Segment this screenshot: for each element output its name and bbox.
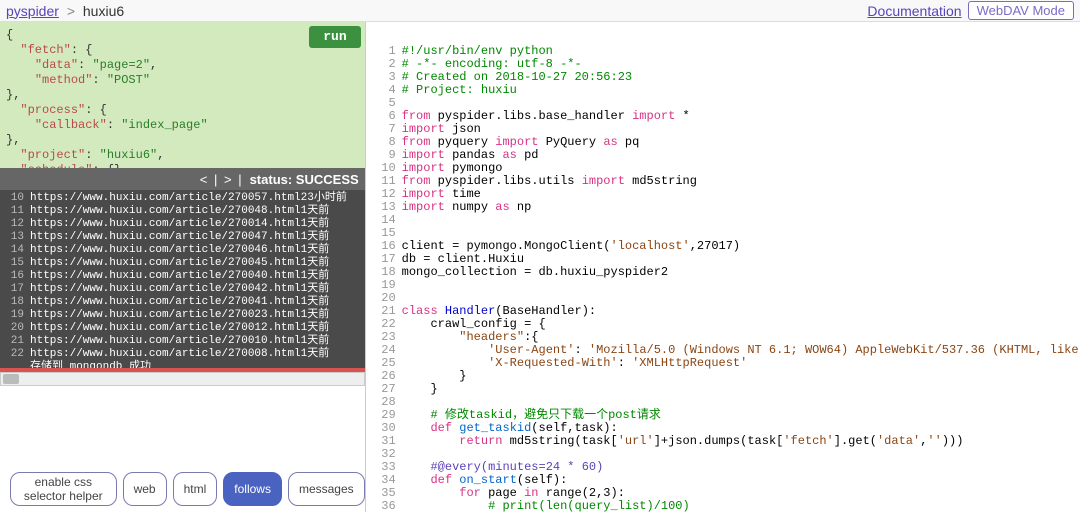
list-item[interactable]: 22https://www.huxiu.com/article/270008.h… [4,348,361,361]
breadcrumb-app[interactable]: pyspider [6,3,59,19]
prev-button[interactable]: < [200,172,208,187]
code-line[interactable]: 14 [366,214,1080,227]
list-item[interactable]: 13https://www.huxiu.com/article/270047.h… [4,231,361,244]
next-button[interactable]: > [224,172,232,187]
bottom-toolbar: enable css selector helper web html foll… [10,472,365,506]
code-line[interactable]: 25 'X-Requested-With': 'XMLHttpRequest' [366,357,1080,370]
breadcrumb-project: huxiu6 [83,3,124,19]
list-item[interactable]: 15https://www.huxiu.com/article/270045.h… [4,257,361,270]
status-label: status: SUCCESS [250,172,359,187]
list-item[interactable]: 14https://www.huxiu.com/article/270046.h… [4,244,361,257]
list-item[interactable]: 19https://www.huxiu.com/article/270023.h… [4,309,361,322]
follows-button[interactable]: follows [223,472,282,506]
list-item[interactable]: 10https://www.huxiu.com/article/270057.h… [4,192,361,205]
code-line[interactable]: 4# Project: huxiu [366,84,1080,97]
status-bar: < | > | status: SUCCESS [0,168,365,190]
css-helper-button[interactable]: enable css selector helper [10,472,117,506]
web-button[interactable]: web [123,472,167,506]
list-item[interactable]: 18https://www.huxiu.com/article/270041.h… [4,296,361,309]
follows-list[interactable]: 10https://www.huxiu.com/article/270057.h… [0,190,365,368]
header-bar: pyspider > huxiu6 Documentation WebDAV M… [0,0,1080,22]
code-line[interactable]: 13import numpy as np [366,201,1080,214]
scroll-thumb[interactable] [3,374,19,384]
code-line[interactable]: 36 # print(len(query_list)/100) [366,500,1080,512]
docs-link[interactable]: Documentation [867,3,961,19]
code-line[interactable]: 19 [366,279,1080,292]
webdav-button[interactable]: WebDAV Mode [968,1,1074,20]
list-item[interactable]: 20https://www.huxiu.com/article/270012.h… [4,322,361,335]
code-line[interactable]: 27 } [366,383,1080,396]
list-item[interactable]: 21https://www.huxiu.com/article/270010.h… [4,335,361,348]
list-item[interactable]: 17https://www.huxiu.com/article/270042.h… [4,283,361,296]
task-json-area[interactable]: run { "fetch": { "data": "page=2", "meth… [0,22,365,168]
h-scrollbar[interactable] [0,372,365,386]
list-item[interactable]: 16https://www.huxiu.com/article/270040.h… [4,270,361,283]
list-item[interactable]: 11https://www.huxiu.com/article/270048.h… [4,205,361,218]
store-message: 存储到 mongondb 成功 [4,361,361,368]
breadcrumb-sep: > [67,3,75,19]
run-button[interactable]: run [309,26,360,48]
code-line[interactable]: 26 } [366,370,1080,383]
messages-button[interactable]: messages [288,472,365,506]
breadcrumb: pyspider > huxiu6 [6,3,124,19]
code-editor[interactable]: 1#!/usr/bin/env python2# -*- encoding: u… [366,43,1080,512]
list-item[interactable]: 12https://www.huxiu.com/article/270014.h… [4,218,361,231]
right-pane: save 1#!/usr/bin/env python2# -*- encodi… [365,22,1080,512]
html-button[interactable]: html [173,472,218,506]
left-pane: run { "fetch": { "data": "page=2", "meth… [0,22,365,512]
code-line[interactable]: 31 return md5string(task['url']+json.dum… [366,435,1080,448]
code-line[interactable]: 18mongo_collection = db.huxiu_pyspider2 [366,266,1080,279]
